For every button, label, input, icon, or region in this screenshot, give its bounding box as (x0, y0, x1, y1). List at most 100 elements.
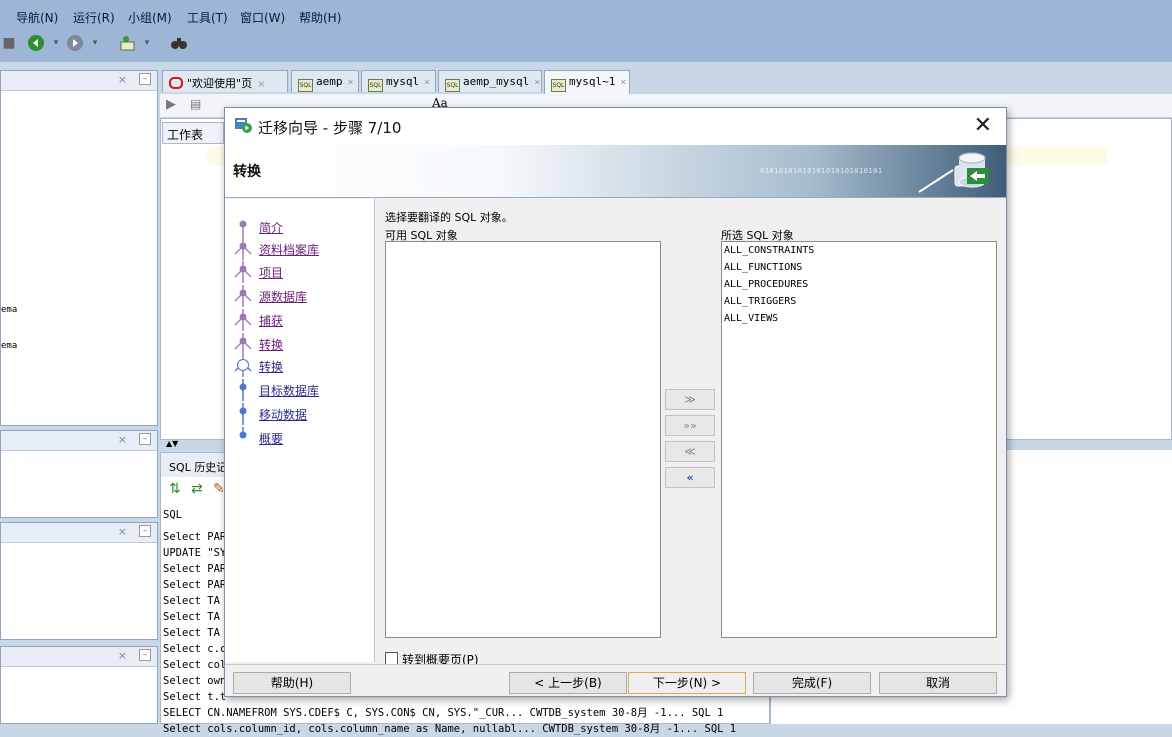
tab-mysql-1[interactable]: SQL mysql~1 × (544, 70, 630, 94)
list-item[interactable]: ALL_CONSTRAINTS (722, 242, 996, 259)
panel-title: SQL 历史记 (169, 461, 228, 474)
sql-icon: SQL (368, 79, 383, 92)
connections-panel: × – ema ema (0, 70, 158, 426)
worksheet-dropdown-icon[interactable]: ▾ (138, 34, 156, 52)
step-node-icon (239, 403, 247, 425)
step-label: 移动数据 (259, 408, 308, 422)
step-label: 转换 (259, 338, 284, 352)
refresh-icon[interactable]: ⇅ (169, 481, 181, 497)
move-left-button[interactable]: ≪ (665, 441, 715, 462)
help-button[interactable]: 帮助(H) (233, 672, 351, 694)
wizard-step[interactable]: 转换 (225, 333, 374, 355)
tab-worksheet[interactable]: 工作表 (162, 122, 224, 144)
wizard-step: 转换 (225, 355, 374, 377)
tree-item[interactable]: ema (1, 305, 17, 315)
column-header: SQL (163, 509, 182, 521)
append-icon[interactable]: ⇄ (191, 481, 203, 497)
dialog-title: 迁移向导 - 步骤 7/10 (258, 119, 402, 137)
minimize-icon[interactable]: – (139, 525, 151, 537)
menu-navigate[interactable]: 导航(N) (16, 9, 58, 26)
current-step-icon (234, 355, 252, 377)
instruction-text: 选择要翻译的 SQL 对象。 (385, 211, 513, 224)
wizard-step[interactable]: 源数据库 (225, 285, 374, 307)
run-script-icon[interactable]: ▤ (190, 97, 201, 111)
main-toolbar: ■ ▾ ▾ ▾ (0, 32, 1172, 62)
minimize-icon[interactable]: – (139, 73, 151, 85)
wizard-step[interactable]: 资料档案库 (225, 238, 374, 260)
step-label: 简介 (259, 221, 284, 235)
minimize-icon[interactable]: – (139, 433, 151, 445)
wizard-steps: 简介 资料档案库 项目 源数据库 捕获 转换 转换 目标数据库 移动数据 概要 (225, 199, 375, 662)
move-all-left-button[interactable]: « (665, 467, 715, 488)
wizard-step[interactable]: 简介 (225, 216, 374, 238)
back-button[interactable]: < 上一步(B) (509, 672, 627, 694)
oracle-icon (169, 77, 183, 89)
finish-button[interactable]: 完成(F) (753, 672, 871, 694)
list-item[interactable]: ALL_VIEWS (722, 310, 996, 327)
sql-icon: SQL (298, 79, 313, 92)
wizard-step[interactable]: 项目 (225, 261, 374, 283)
move-right-button[interactable]: ≫ (665, 389, 715, 410)
menu-bar: 导航(N) 运行(R) 小组(M) 工具(T) 窗口(W) 帮助(H) (0, 0, 1172, 32)
close-icon[interactable]: × (257, 79, 265, 90)
close-icon[interactable]: × (424, 77, 430, 88)
step-node-icon (234, 261, 252, 283)
close-icon[interactable]: × (348, 77, 354, 88)
close-icon[interactable]: × (118, 649, 127, 662)
forward-dropdown-icon[interactable]: ▾ (86, 34, 104, 52)
step-node-icon (234, 333, 252, 355)
sql-worksheet-icon[interactable] (118, 34, 136, 52)
stop-icon[interactable]: ■ (0, 34, 18, 52)
banner-decoration: 01010101010101010101010101 (760, 167, 883, 175)
list-item[interactable]: ALL_PROCEDURES (722, 276, 996, 293)
tree-item[interactable]: ema (1, 341, 17, 351)
selected-objects-list[interactable]: ALL_CONSTRAINTS ALL_FUNCTIONS ALL_PROCEDUR… (721, 241, 997, 638)
menu-run[interactable]: 运行(R) (73, 9, 115, 26)
close-icon[interactable]: × (118, 525, 127, 538)
close-icon[interactable]: × (118, 433, 127, 446)
back-dropdown-icon[interactable]: ▾ (47, 34, 65, 52)
next-button[interactable]: 下一步(N) > (628, 672, 746, 694)
close-icon[interactable]: × (534, 77, 540, 88)
minimize-icon[interactable]: – (139, 649, 151, 661)
migration-wizard-dialog: 迁移向导 - 步骤 7/10 ✕ 转换 01010101010101010101… (224, 107, 1007, 697)
tab-aemp[interactable]: SQL aemp × (291, 70, 359, 92)
wizard-step: 移动数据 (225, 403, 374, 425)
forward-icon[interactable] (66, 34, 84, 52)
tab-mysql[interactable]: SQL mysql × (361, 70, 436, 92)
step-node-icon (239, 379, 247, 401)
menu-help[interactable]: 帮助(H) (299, 9, 341, 26)
list-item[interactable]: ALL_TRIGGERS (722, 293, 996, 310)
step-label: 目标数据库 (259, 384, 320, 398)
dialog-titlebar: 迁移向导 - 步骤 7/10 ✕ (225, 108, 1006, 145)
close-icon[interactable]: × (620, 77, 626, 88)
wizard-banner: 转换 01010101010101010101010101 (225, 145, 1006, 198)
available-objects-list[interactable] (385, 241, 661, 638)
step-label: 资料档案库 (259, 243, 320, 257)
reports-panel: × – (0, 430, 158, 518)
wizard-step[interactable]: 捕获 (225, 309, 374, 331)
step-node-icon (234, 238, 252, 260)
menu-window[interactable]: 窗口(W) (240, 9, 285, 26)
history-row[interactable]: Select cols.column_id, cols.column_name … (163, 721, 769, 737)
extra-panel: × – (0, 646, 158, 724)
clear-icon[interactable]: ✎ (213, 481, 225, 497)
sql-icon: SQL (551, 79, 566, 92)
binoculars-icon[interactable] (170, 34, 188, 52)
tab-aemp-mysql[interactable]: SQL aemp_mysql × (438, 70, 542, 92)
list-item[interactable]: ALL_FUNCTIONS (722, 259, 996, 276)
dialog-button-bar: 帮助(H) < 上一步(B) 下一步(N) > 完成(F) 取消 (225, 664, 1006, 696)
menu-tools[interactable]: 工具(T) (187, 9, 228, 26)
editor-tab-strip: "欢迎使用"页 × SQL aemp × SQL mysql × SQL aemp_mysq… (160, 70, 1172, 94)
step-label: 项目 (259, 266, 284, 280)
collapse-icon[interactable]: ▲▼ (166, 439, 178, 448)
back-icon[interactable] (27, 34, 45, 52)
history-row[interactable]: SELECT CN.NAMEFROM SYS.CDEF$ C, SYS.CON$… (163, 705, 769, 721)
move-all-right-button[interactable]: »» (665, 415, 715, 436)
tab-welcome[interactable]: "欢迎使用"页 × (162, 70, 288, 92)
close-icon[interactable]: × (118, 73, 127, 86)
run-icon[interactable]: ▶ (166, 97, 176, 112)
cancel-button[interactable]: 取消 (879, 672, 997, 694)
menu-team[interactable]: 小组(M) (128, 9, 172, 26)
close-icon[interactable]: ✕ (974, 114, 992, 138)
